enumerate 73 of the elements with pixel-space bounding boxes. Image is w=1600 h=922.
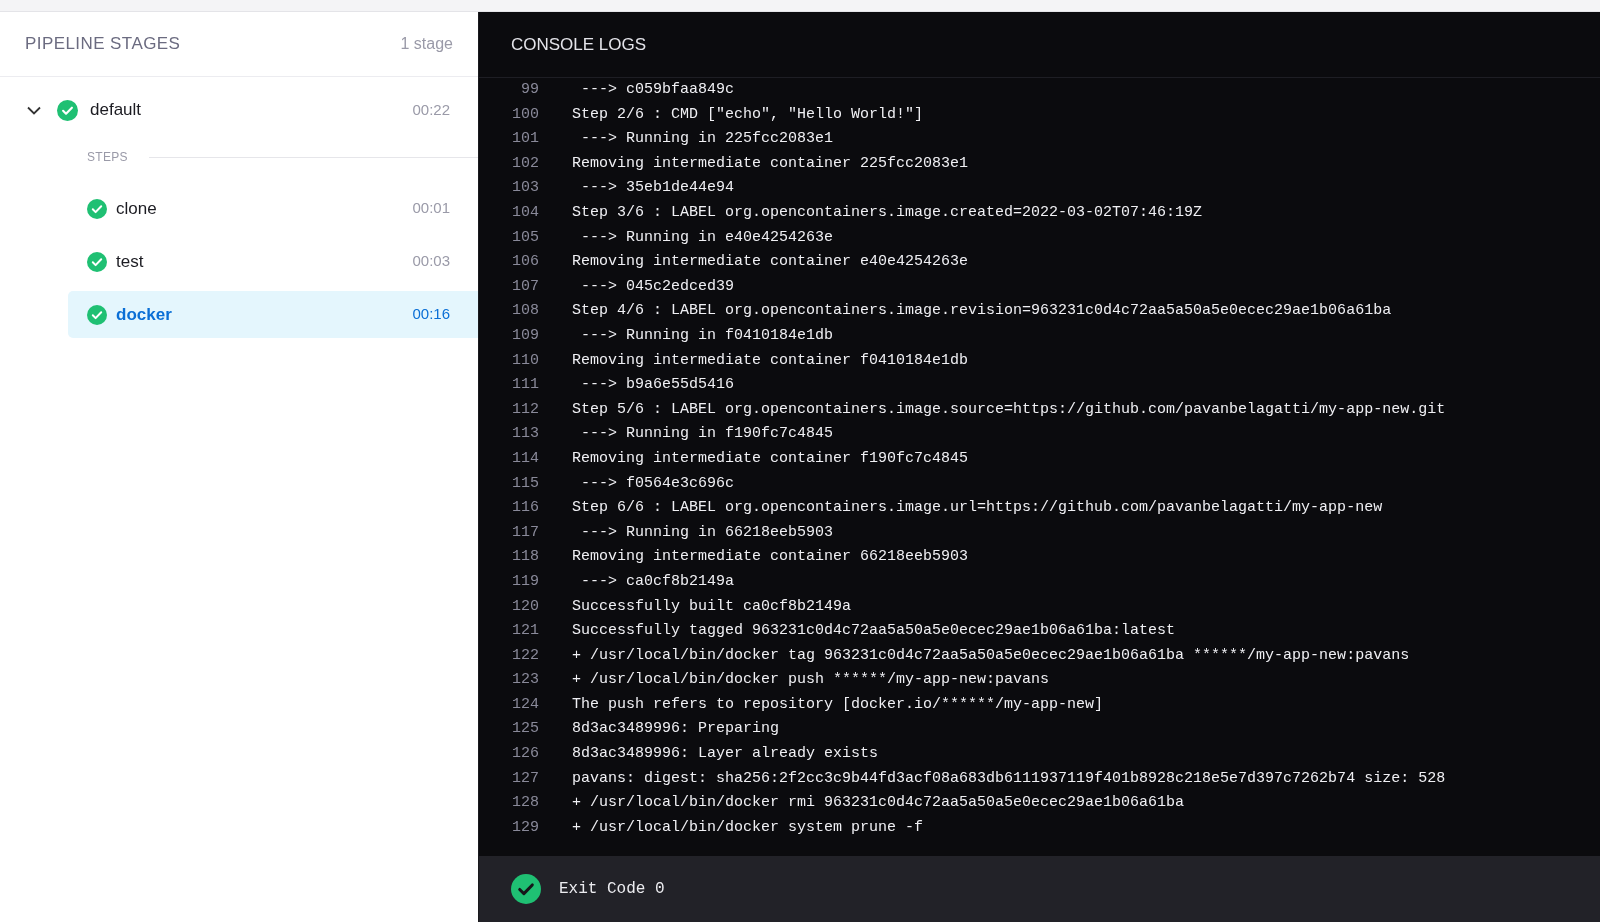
line-number: 125 [511,719,539,740]
stage-count: 1 stage [400,34,453,54]
line-number: 114 [511,448,539,469]
line-number: 109 [511,326,539,346]
line-number: 122 [511,645,539,666]
line-number: 106 [511,252,539,273]
stage-duration: 00:22 [412,99,450,120]
line-number: 110 [511,350,539,371]
chevron-down-icon[interactable] [27,105,41,115]
log-line: ---> Running in e40e4254263e [580,227,834,248]
line-number: 123 [511,670,539,691]
steps-label: STEPS [87,149,128,166]
line-number: 129 [511,817,539,838]
log-line: ---> 35eb1de44e94 [580,178,735,199]
log-line: 8d3ac3489996: Layer already exists [572,744,879,765]
log-line: Removing intermediate container 225fcc2083e1 [572,153,969,174]
step-item[interactable]: clone 00:01 [68,185,478,232]
log-line: Removing intermediate container 66218eeb5903 [572,547,969,568]
line-number: 102 [511,153,539,174]
log-line: Step 4/6 : LABEL org.opencontainers.image.revision=963231c0d4c72aa5a50a5e0ecec29ae1b06a61ba [572,301,1392,322]
log-line: Removing intermediate container e40e4254263e [572,252,969,273]
log-line: ---> f0564e3c696c [580,473,735,494]
step-item[interactable]: docker 00:16 [68,291,478,338]
log-line: Step 6/6 : LABEL org.opencontainers.image.url=https://github.com/pavanbelagatti/my-app-new [572,498,1383,519]
log-line: + /usr/local/bin/docker rmi 963231c0d4c72aa5a50a5e0ecec29ae1b06a61ba [572,793,1185,814]
line-number: 105 [511,227,539,248]
line-number: 103 [511,178,539,199]
exit-code: Exit Code 0 [559,879,665,900]
log-line: Removing intermediate container f0410184e1db [572,350,969,371]
line-number: 100 [511,104,539,125]
log-line: + /usr/local/bin/docker tag 963231c0d4c72aa5a50a5e0ecec29ae1b06a61ba ******/my-app-new:pavans [572,645,1410,666]
log-line: Step 3/6 : LABEL org.opencontainers.image.created=2022-03-02T07:46:19Z [572,203,1203,223]
log-line: ---> b9a6e55d5416 [580,375,735,396]
line-number: 104 [511,203,539,223]
log-line: ---> c059bfaa849c [580,80,735,101]
line-number: 127 [511,768,539,789]
line-number: 112 [511,399,539,420]
panel-title: PIPELINE STAGES [25,33,181,56]
log-line: + /usr/local/bin/docker push ******/my-app-new:pavans [572,670,1050,691]
line-number: 119 [511,571,539,592]
log-line: Successfully built ca0cf8b2149a [572,596,852,617]
line-number: 111 [511,375,539,396]
log-line: ---> ca0cf8b2149a [580,571,735,592]
step-item[interactable]: test 00:03 [68,238,478,285]
log-line: Step 2/6 : CMD ["echo", "Hello World!"] [572,104,924,125]
line-number: 113 [511,424,539,445]
log-line: Successfully tagged 963231c0d4c72aa5a50a5e0ecec29ae1b06a61ba:latest [572,621,1176,642]
log-line: ---> Running in 225fcc2083e1 [580,129,834,150]
log-line: ---> Running in f0410184e1db [580,326,834,346]
line-number: 101 [511,129,539,150]
log-line: + /usr/local/bin/docker system prune -f [572,817,924,838]
line-number: 121 [511,621,539,642]
log-line: ---> Running in f190fc7c4845 [580,424,834,445]
line-number: 126 [511,744,539,765]
stage-name[interactable]: default [90,97,142,123]
panel-title: CONSOLE LOGS [511,33,647,56]
line-number: 128 [511,793,539,814]
line-number: 118 [511,547,539,568]
line-number: 108 [511,301,539,322]
log-line: 8d3ac3489996: Preparing [572,719,780,740]
line-number: 116 [511,498,539,519]
log-line: Removing intermediate container f190fc7c4845 [572,448,969,469]
log-line: The push refers to repository [docker.io/******/my-app-new] [572,694,1104,715]
line-number: 99 [520,80,539,101]
line-number: 120 [511,596,539,617]
line-number: 115 [511,473,539,494]
log-line: Step 5/6 : LABEL org.opencontainers.image.source=https://github.com/pavanbelagatti/my-app-new.git [572,399,1446,420]
line-number: 117 [511,522,539,543]
log-line: pavans: digest: sha256:2f2cc3c9b44fd3acf08a683db6111937119f401b8928c218e5e7d397c7262b74 size: 528 [572,768,1446,789]
log-line: ---> 045c2edced39 [580,276,735,297]
line-number: 107 [511,276,539,297]
log-line: ---> Running in 66218eeb5903 [580,522,834,543]
line-number: 124 [511,694,539,715]
